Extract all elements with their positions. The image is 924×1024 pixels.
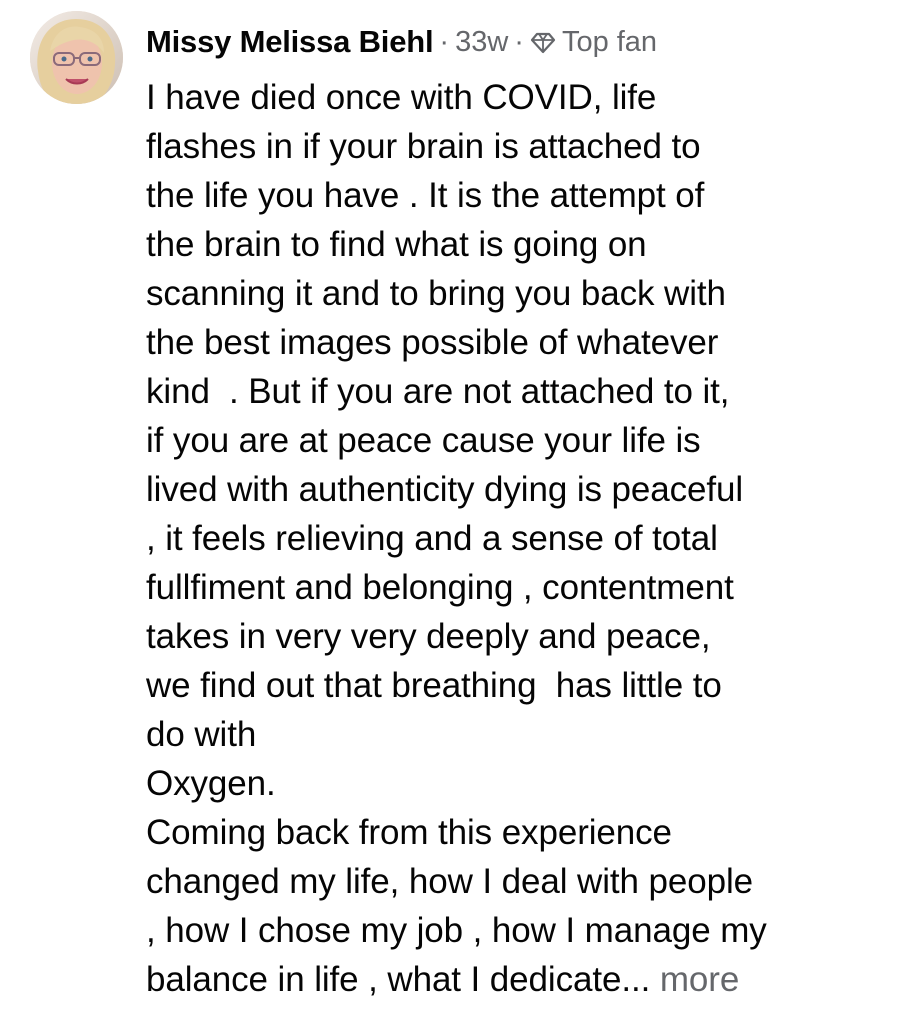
comment-last-line: balance in life , what I dedicate... mor… [146,955,906,1004]
comment-text-line: , how I chose my job , how I manage my [146,911,767,950]
comment-body: I have died once with COVID, life flashe… [146,73,906,1004]
avatar[interactable] [30,11,123,104]
comment-text-line: takes in very very deeply and peace, [146,617,711,656]
comment-text-line: lived with authenticity dying is peacefu… [146,470,744,509]
diamond-icon [530,29,556,55]
comment-text-line: Oxygen. [146,764,276,803]
comment-text-line: I have died once with COVID, life [146,78,657,117]
comment-text-line: Coming back from this experience [146,813,672,852]
top-fan-badge: Top fan [561,25,658,58]
comment-text-line: scanning it and to bring you back with [146,274,726,313]
comment-text-line: if you are at peace cause your life is [146,421,701,460]
comment-text-line: flashes in if your brain is attached to [146,127,701,166]
comment-text-line: the life you have . It is the attempt of [146,176,705,215]
comment-text-line: , it feels relieving and a sense of tota… [146,519,718,558]
separator-dot: · [514,25,524,58]
timestamp[interactable]: 33w [455,26,508,59]
comment-header: Missy Melissa Biehl · 33w · Top fan [146,20,906,64]
see-more-link[interactable]: more [660,960,739,999]
avatar-image [30,11,123,104]
separator-dot: · [439,25,450,58]
comment: Missy Melissa Biehl · 33w · Top fan I ha… [0,0,924,1024]
comment-text-line: kind . But if you are not attached to it… [146,372,730,411]
comment-text-truncated: balance in life , what I dedicate... [146,960,651,999]
comment-text-line: we find out that breathing has little to [146,666,722,705]
comment-text-line: do with [146,715,257,754]
comment-text-line: changed my life, how I deal with people [146,862,754,901]
author-name[interactable]: Missy Melissa Biehl [146,24,434,60]
comment-text-line: the brain to find what is going on [146,225,647,264]
comment-text-line: fullfiment and belonging , contentment [146,568,734,607]
comment-text-line: the best images possible of whatever [146,323,719,362]
